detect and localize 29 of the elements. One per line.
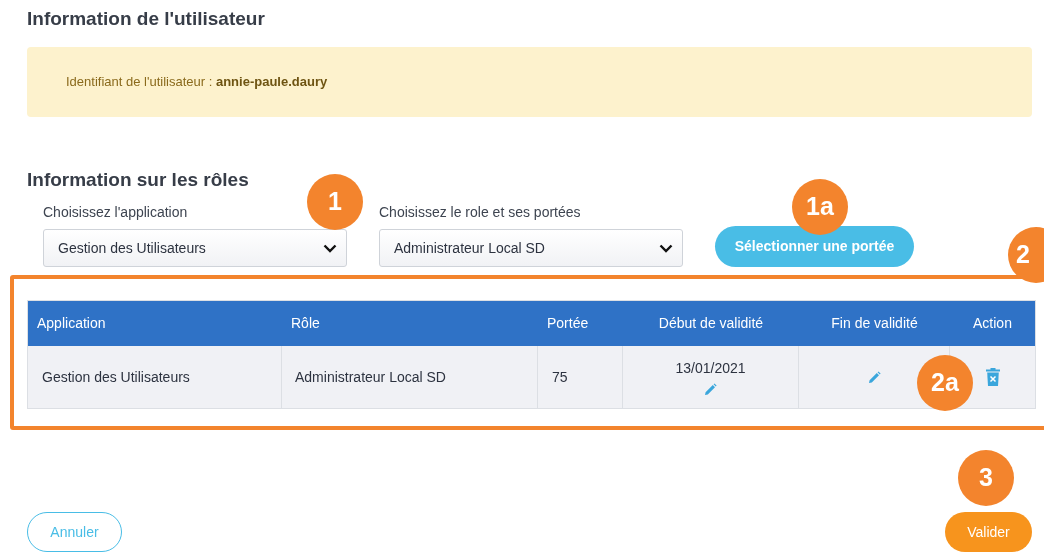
field-label: Choisissez le role et ses portées [379, 203, 582, 221]
column-header: Action [972, 314, 1013, 333]
step-badge: 2 [1008, 227, 1044, 283]
select-scope-button[interactable]: Sélectionner une portée [715, 226, 914, 267]
cancel-button[interactable]: Annuler [27, 512, 122, 552]
table-cell: Gestion des Utilisateurs [28, 346, 282, 408]
table-cell-text: 13/01/2021 [675, 359, 746, 378]
table-cell: 75 [538, 346, 623, 408]
step-badge: 3 [958, 450, 1014, 506]
chevron-down-icon [659, 243, 673, 253]
section-title: Information sur les rôles [27, 168, 250, 192]
section-title: Information de l'utilisateur [27, 7, 266, 31]
table-cell: Administrateur Local SD [282, 346, 538, 408]
column-header: Portée [546, 314, 590, 333]
step-badge: 1 [307, 174, 363, 230]
select-field[interactable]: Gestion des Utilisateurs [43, 229, 347, 267]
column-header: Fin de validité [830, 314, 919, 333]
field-label: Choisissez l'application [43, 203, 189, 221]
user-identifier: Identifiant de l'utilisateur : annie-paule.daury [66, 73, 328, 92]
column-header: Rôle [290, 314, 321, 333]
pencil-icon[interactable] [867, 370, 881, 384]
chevron-down-icon [323, 243, 337, 253]
select-field[interactable]: Administrateur Local SD [379, 229, 683, 267]
pencil-icon[interactable] [704, 383, 717, 396]
trash-icon[interactable] [985, 368, 1000, 386]
column-header: Application [36, 314, 107, 333]
column-header: Début de validité [657, 314, 765, 333]
step-badge: 1a [792, 179, 848, 235]
submit-button[interactable]: Valider [945, 512, 1032, 552]
